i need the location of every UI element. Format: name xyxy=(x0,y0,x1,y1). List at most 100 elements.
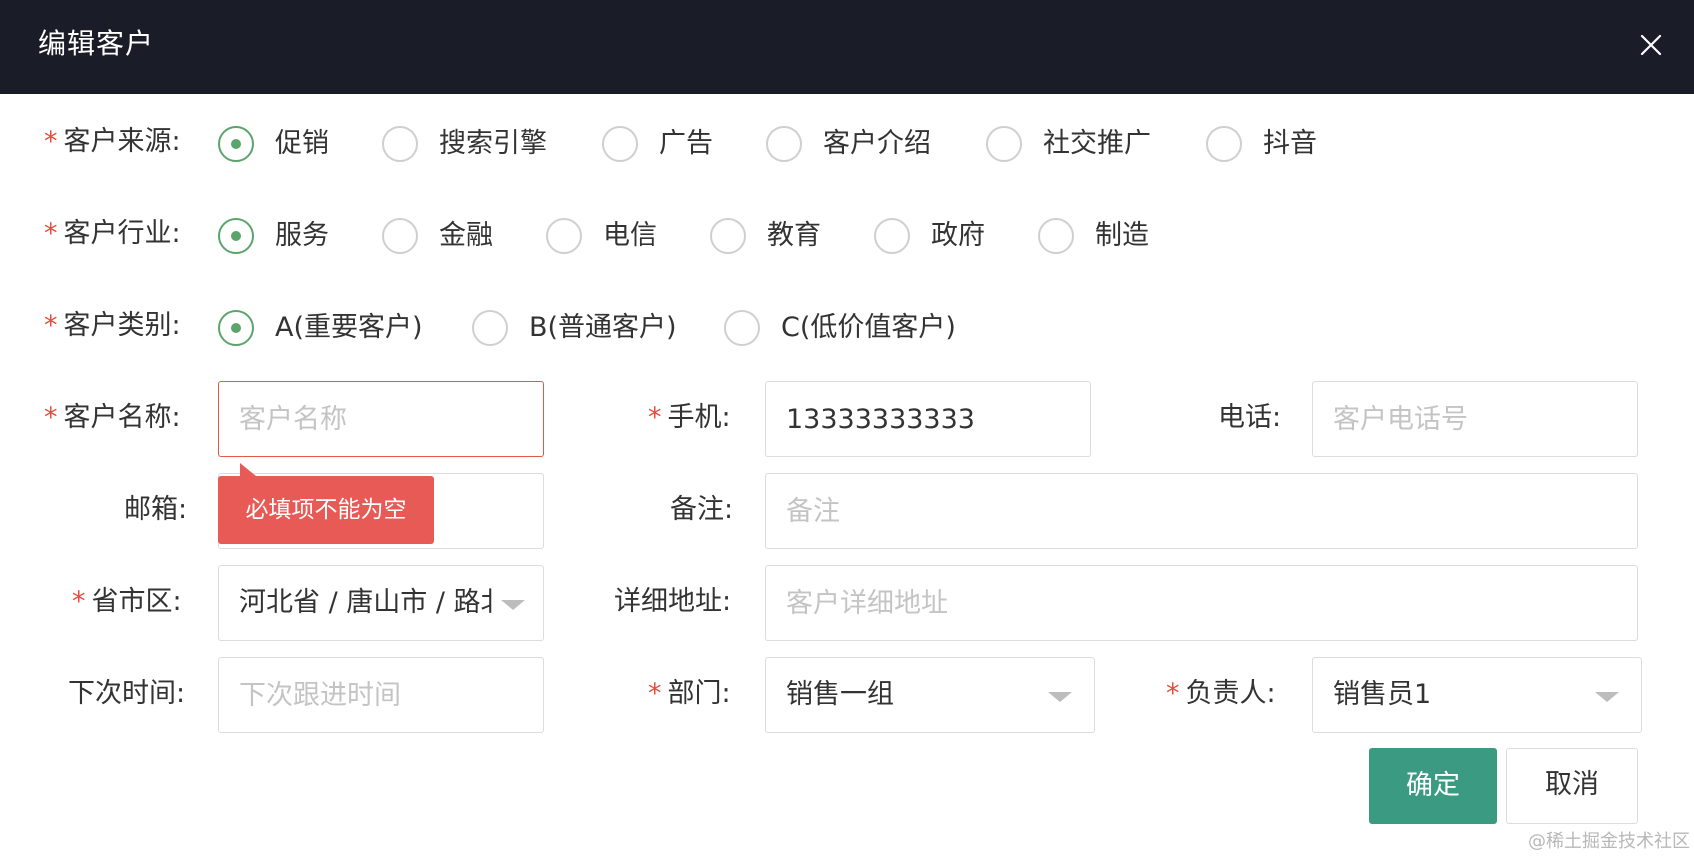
required-mark: * xyxy=(72,586,86,617)
radio-category-c[interactable]: C(低价值客户) xyxy=(724,308,956,348)
dialog-header: 编辑客户 xyxy=(0,0,1694,94)
radio-circle xyxy=(546,218,582,254)
name-label: * 客户名称: xyxy=(44,400,181,436)
address-input[interactable] xyxy=(766,566,1637,640)
department-label: * 部门: xyxy=(648,676,731,712)
watermark: @稀土掘金技术社区 xyxy=(1528,831,1690,852)
radio-label: 电信 xyxy=(603,220,657,251)
address-label: 详细地址: xyxy=(614,586,732,617)
radio-label: C(低价值客户) xyxy=(781,312,956,343)
required-mark: * xyxy=(44,402,58,433)
industry-label: * 客户行业: xyxy=(44,216,181,252)
radio-circle xyxy=(1206,126,1242,162)
error-tooltip: 必填项不能为空 xyxy=(218,463,434,544)
radio-source-douyin[interactable]: 抖音 xyxy=(1206,124,1317,164)
radio-circle xyxy=(382,126,418,162)
mobile-input[interactable] xyxy=(766,382,1090,456)
phone-field xyxy=(1312,381,1638,457)
category-label: * 客户类别: xyxy=(44,308,181,344)
mobile-field xyxy=(765,381,1091,457)
radio-source-social[interactable]: 社交推广 xyxy=(986,124,1151,164)
radio-source-referral[interactable]: 客户介绍 xyxy=(766,124,931,164)
radio-label: 社交推广 xyxy=(1043,128,1151,159)
owner-value: 销售员1 xyxy=(1333,679,1432,710)
department-label-text: 部门: xyxy=(667,678,731,709)
remark-input[interactable] xyxy=(766,474,1637,548)
confirm-button[interactable]: 确定 xyxy=(1369,748,1497,824)
radio-industry-government[interactable]: 政府 xyxy=(874,216,985,256)
radio-label: A(重要客户) xyxy=(275,312,423,343)
remark-field xyxy=(765,473,1638,549)
mobile-label: * 手机: xyxy=(648,400,731,436)
owner-select[interactable]: 销售员1 xyxy=(1312,657,1642,733)
required-mark: * xyxy=(44,310,58,341)
radio-source-promotion[interactable]: 促销 xyxy=(218,124,329,164)
required-mark: * xyxy=(44,218,58,249)
radio-source-ad[interactable]: 广告 xyxy=(602,124,713,164)
required-mark: * xyxy=(1166,678,1180,709)
radio-category-a[interactable]: A(重要客户) xyxy=(218,308,423,348)
radio-circle xyxy=(602,126,638,162)
radio-label: 广告 xyxy=(659,128,713,159)
region-cascader[interactable]: 河北省 / 唐山市 / 路北 xyxy=(218,565,544,641)
cancel-button[interactable]: 取消 xyxy=(1506,748,1638,824)
owner-label-text: 负责人: xyxy=(1185,678,1276,709)
radio-circle xyxy=(874,218,910,254)
dialog-title: 编辑客户 xyxy=(38,27,155,60)
next-time-input[interactable] xyxy=(219,658,543,732)
category-label-text: 客户类别: xyxy=(63,310,181,341)
radio-category-b[interactable]: B(普通客户) xyxy=(472,308,677,348)
source-label-text: 客户来源: xyxy=(63,126,181,157)
chevron-down-icon xyxy=(1595,692,1619,702)
department-value: 销售一组 xyxy=(786,679,894,710)
remark-label: 备注: xyxy=(670,494,734,525)
chevron-down-icon xyxy=(1048,692,1072,702)
region-label-text: 省市区: xyxy=(91,586,182,617)
radio-industry-finance[interactable]: 金融 xyxy=(382,216,493,256)
radio-circle xyxy=(218,218,254,254)
radio-label: 制造 xyxy=(1095,220,1149,251)
radio-industry-manufacturing[interactable]: 制造 xyxy=(1038,216,1149,256)
radio-label: 抖音 xyxy=(1263,128,1317,159)
radio-label: 政府 xyxy=(931,220,985,251)
radio-circle xyxy=(382,218,418,254)
mobile-label-text: 手机: xyxy=(667,402,731,433)
next-time-field xyxy=(218,657,544,733)
name-label-text: 客户名称: xyxy=(63,402,181,433)
radio-circle xyxy=(218,310,254,346)
industry-label-text: 客户行业: xyxy=(63,218,181,249)
phone-input[interactable] xyxy=(1313,382,1637,456)
radio-circle xyxy=(766,126,802,162)
source-label: * 客户来源: xyxy=(44,124,181,160)
radio-circle xyxy=(710,218,746,254)
radio-industry-service[interactable]: 服务 xyxy=(218,216,329,256)
region-value: 河北省 / 唐山市 / 路北 xyxy=(239,587,493,618)
radio-label: 搜索引擎 xyxy=(439,128,547,159)
radio-industry-education[interactable]: 教育 xyxy=(710,216,821,256)
address-field xyxy=(765,565,1638,641)
email-label: 邮箱: xyxy=(124,494,188,525)
required-mark: * xyxy=(648,402,662,433)
radio-label: 服务 xyxy=(275,220,329,251)
required-mark: * xyxy=(648,678,662,709)
chevron-down-icon xyxy=(501,600,525,610)
customer-name-input[interactable] xyxy=(219,382,543,456)
region-label: * 省市区: xyxy=(72,584,182,620)
radio-label: 教育 xyxy=(767,220,821,251)
radio-industry-telecom[interactable]: 电信 xyxy=(546,216,657,256)
radio-label: 促销 xyxy=(275,128,329,159)
radio-label: B(普通客户) xyxy=(529,312,677,343)
required-mark: * xyxy=(44,126,58,157)
radio-circle xyxy=(986,126,1022,162)
phone-label: 电话: xyxy=(1218,402,1282,433)
radio-label: 金融 xyxy=(439,220,493,251)
department-select[interactable]: 销售一组 xyxy=(765,657,1095,733)
radio-source-search-engine[interactable]: 搜索引擎 xyxy=(382,124,547,164)
owner-label: * 负责人: xyxy=(1166,676,1276,712)
radio-circle xyxy=(1038,218,1074,254)
next-time-label: 下次时间: xyxy=(68,678,186,709)
close-icon[interactable] xyxy=(1634,28,1668,62)
customer-name-field xyxy=(218,381,544,457)
edit-customer-dialog: 编辑客户 * 客户来源: 促销 搜索引擎 广告 客户介绍 社交推广 抖音 * 客户行… xyxy=(0,0,1694,858)
radio-circle xyxy=(724,310,760,346)
